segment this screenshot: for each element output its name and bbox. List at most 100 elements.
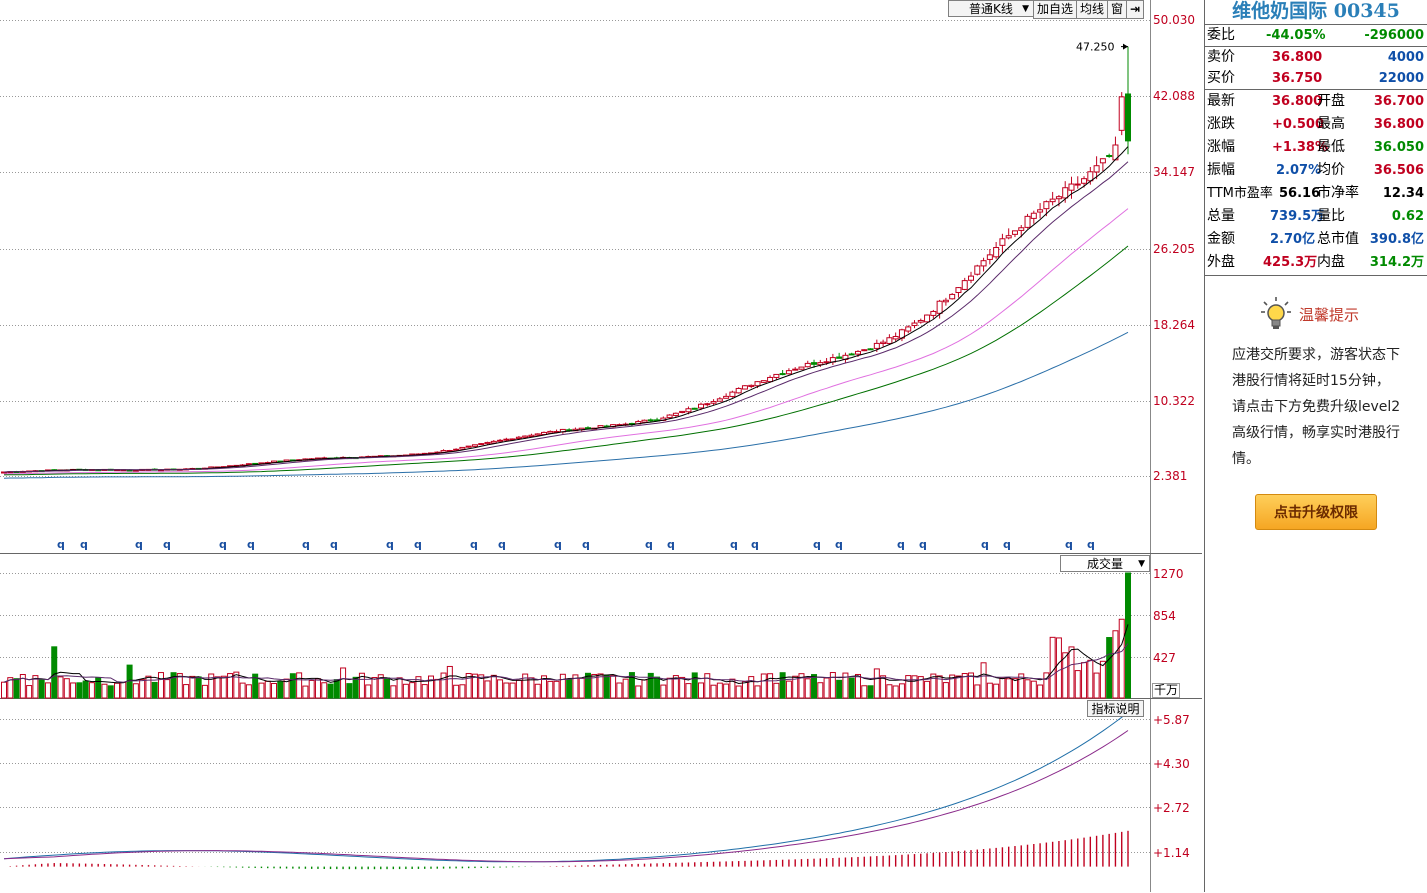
amount-label: 金额 [1207, 231, 1235, 247]
stock-code: 00345 [1333, 0, 1400, 22]
volume-bar [955, 675, 962, 699]
volume-axis-label: 427 [1153, 651, 1176, 665]
volume-bar [302, 685, 309, 699]
volume-bar [760, 673, 767, 699]
candle-body [503, 438, 510, 441]
pe-value: 56.16 [1279, 186, 1321, 201]
volume-bar [1024, 679, 1031, 699]
event-marker: q [919, 538, 927, 551]
candle-body [779, 373, 786, 376]
upgrade-permission-button[interactable]: 点击升级权限 [1255, 494, 1377, 530]
event-marker: q [219, 538, 227, 551]
price-axis-label: 50.030 [1153, 13, 1195, 27]
event-marker: q [730, 538, 738, 551]
volume-bar [704, 673, 711, 699]
volume-bar [88, 682, 95, 699]
avg-price: 36.506 [1373, 163, 1424, 178]
volume-bar [63, 678, 70, 699]
chart-toolbar: 普通K线 ▼ 加自选 均线 窗 ⇥ [948, 0, 1145, 19]
chart-area[interactable]: 50.030 42.088 34.147 26.205 18.264 10.322 2.38… [0, 0, 1203, 892]
candle-body [698, 403, 705, 409]
volume-row: 总量 739.5万 量比 0.62 [1205, 205, 1427, 228]
outer-label: 外盘 [1207, 254, 1235, 270]
candle-body [691, 407, 698, 410]
outer-value: 425.3万 [1263, 255, 1318, 270]
price-axis-label: 18.264 [1153, 318, 1195, 332]
volume-bar [817, 682, 824, 699]
outer-inner-row: 外盘 425.3万 内盘 314.2万 [1205, 251, 1427, 274]
candle-body [685, 408, 692, 413]
indicator-help-button[interactable]: 指标说明 [1087, 700, 1144, 717]
candle-body [785, 370, 792, 375]
volume-ratio-value: 0.62 [1391, 209, 1424, 224]
candle-body [1074, 183, 1081, 186]
volume-bar [515, 679, 522, 699]
indicator-axis-label: +4.30 [1153, 757, 1190, 771]
event-marker: q [302, 538, 310, 551]
candle-body [515, 436, 522, 439]
candle-body [459, 446, 466, 450]
price-axis-label: 42.088 [1153, 89, 1195, 103]
inner-label: 内盘 [1317, 254, 1345, 270]
price-axis-label: 10.322 [1153, 394, 1195, 408]
kline-type-label: 普通K线 [969, 2, 1013, 16]
volume-bar [484, 680, 491, 699]
kline-chart-svg[interactable]: 50.030 42.088 34.147 26.205 18.264 10.322 2.38… [0, 0, 1203, 892]
volume-bar [402, 683, 409, 699]
candle-body [854, 350, 861, 355]
volume-bar [314, 678, 321, 699]
event-marker: q [498, 538, 506, 551]
avg-line-button[interactable]: 均线 [1076, 0, 1109, 19]
volume-bar [892, 685, 899, 699]
volume-bar [239, 682, 246, 699]
candle-body [1068, 183, 1075, 191]
open-price: 36.700 [1373, 94, 1424, 109]
volume-bar [779, 672, 786, 699]
volume-bar [1118, 618, 1125, 699]
volume-bar [1011, 678, 1018, 699]
event-marker: q [645, 538, 653, 551]
volume-indicator-select[interactable]: 成交量 ▼ [1060, 555, 1150, 572]
candle-body [798, 366, 805, 370]
volume-bar [70, 682, 77, 699]
volume-bar [440, 672, 447, 699]
volume-bar [1068, 646, 1075, 699]
indicator-axis-label: +1.14 [1153, 846, 1190, 860]
candle-body [1099, 158, 1106, 164]
high-label: 最高 [1317, 116, 1345, 132]
volume-bar [51, 646, 58, 699]
volume-bar [553, 680, 560, 699]
volume-bar [384, 677, 391, 699]
volume-bar [528, 677, 535, 699]
volume-indicator-label: 成交量 [1087, 557, 1124, 571]
candle-body [905, 326, 912, 332]
volume-bar [277, 681, 284, 699]
volume-bar [195, 676, 202, 699]
event-marker: q [813, 538, 821, 551]
add-watch-button[interactable]: 加自选 [1033, 0, 1078, 19]
candle-body [1037, 209, 1044, 213]
candle-body [1011, 230, 1018, 235]
candle-body [1087, 171, 1094, 182]
amp-row: 振幅 2.07% 均价 36.506 [1205, 159, 1427, 182]
volume-bar [610, 675, 617, 699]
volume-bar [503, 682, 510, 699]
quote-panel: 维他奶国际 00345 委比 -44.05% -296000 卖价 36.800… [1204, 0, 1427, 892]
candle-body [547, 430, 554, 434]
volume-bar [509, 682, 516, 699]
volume-bar [308, 679, 315, 699]
candle-body [1043, 201, 1050, 210]
indicator-dea-line [3, 730, 1129, 863]
volume-bar [691, 672, 698, 699]
volume-bar [371, 677, 378, 699]
candle-body [723, 395, 730, 399]
volume-bar [666, 677, 673, 699]
candle-body [1049, 198, 1056, 203]
exit-arrow-icon[interactable]: ⇥ [1126, 0, 1145, 19]
volume-bar [101, 683, 108, 699]
candle-body [754, 381, 761, 387]
window-button[interactable]: 窗 [1107, 0, 1128, 19]
kline-type-select[interactable]: 普通K线 ▼ [948, 0, 1034, 17]
volume-bar [1049, 636, 1056, 699]
candle-body [465, 445, 472, 448]
